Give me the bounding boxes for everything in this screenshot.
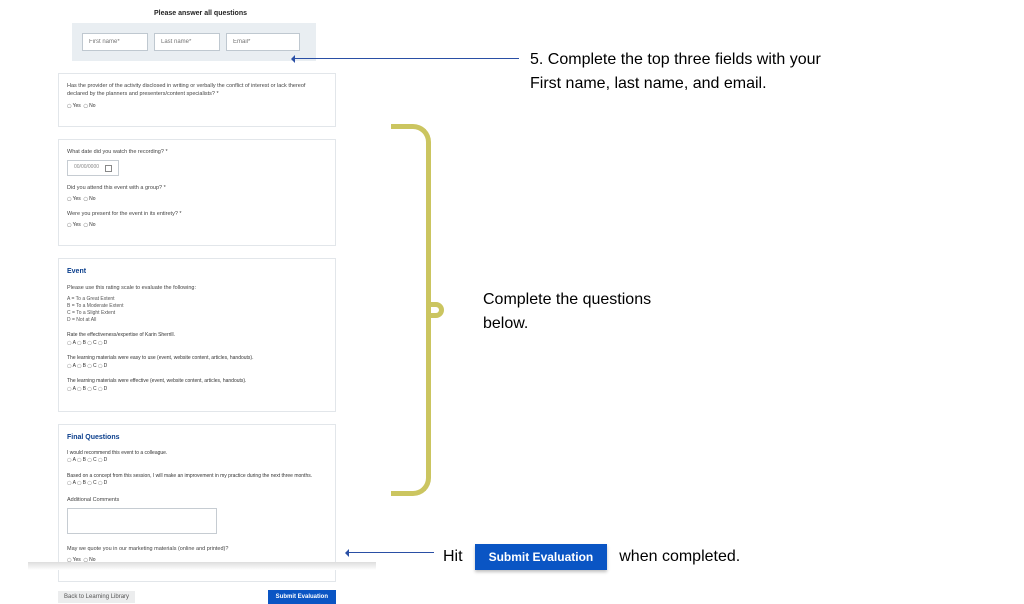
watch-date-question: What date did you watch the recording? *	[67, 148, 327, 156]
arrow-to-submit	[348, 552, 434, 554]
event-intro: Please use this rating scale to evaluate…	[67, 284, 327, 292]
back-link[interactable]: Back to Learning Library	[58, 591, 135, 603]
disclosure-card: Has the provider of the activity disclos…	[58, 73, 336, 127]
calendar-icon	[105, 165, 112, 172]
comments-label: Additional Comments	[67, 496, 327, 504]
annotation-bottom-pre: Hit	[443, 545, 463, 569]
group-yn[interactable]: Yes No	[67, 196, 327, 204]
disclosure-question: Has the provider of the activity disclos…	[67, 82, 327, 99]
first-name-input[interactable]	[82, 33, 148, 51]
date-input[interactable]: 00/00/0000	[67, 160, 119, 176]
attendance-card: What date did you watch the recording? *…	[58, 139, 336, 246]
annotation-step5: 5. Complete the top three fields with yo…	[530, 48, 840, 96]
email-input[interactable]	[226, 33, 300, 51]
rating-effectiveness: Rate the effectiveness/expertise of Kari…	[67, 332, 327, 347]
event-card: Event Please use this rating scale to ev…	[58, 258, 336, 412]
form-title: Please answer all questions	[154, 10, 336, 17]
rating-materials-easy: The learning materials were easy to use …	[67, 355, 327, 370]
rating-legend: A = To a Great Extent B = To a Moderate …	[67, 296, 327, 324]
shadow-decoration	[28, 562, 376, 570]
last-name-input[interactable]	[154, 33, 220, 51]
annotation-bottom: Hit Submit Evaluation when completed.	[443, 544, 740, 570]
final-heading: Final Questions	[67, 433, 327, 444]
curly-brace-icon	[391, 124, 441, 496]
submit-button-big[interactable]: Submit Evaluation	[475, 544, 608, 570]
rating-recommend: I would recommend this event to a collea…	[67, 450, 327, 465]
entirety-yn[interactable]: Yes No	[67, 222, 327, 230]
group-question: Did you attend this event with a group? …	[67, 184, 327, 192]
form-bottom-row: Back to Learning Library Submit Evaluati…	[58, 590, 336, 604]
arrow-to-fields	[294, 58, 519, 60]
comments-textarea[interactable]	[67, 508, 217, 534]
name-fields-bar	[72, 23, 316, 61]
final-card: Final Questions I would recommend this e…	[58, 424, 336, 582]
annotation-bottom-post: when completed.	[619, 545, 740, 569]
annotation-middle: Complete the questions below.	[483, 288, 683, 336]
evaluation-form-screenshot: Please answer all questions Has the prov…	[58, 10, 336, 604]
rating-improvement: Based on a concept from this session, I …	[67, 473, 327, 488]
rating-materials-effective: The learning materials were effective (e…	[67, 378, 327, 393]
entirety-question: Were you present for the event in its en…	[67, 210, 327, 218]
submit-button-small[interactable]: Submit Evaluation	[268, 590, 336, 604]
event-heading: Event	[67, 267, 327, 278]
quote-question: May we quote you in our marketing materi…	[67, 545, 327, 553]
disclosure-yn[interactable]: Yes No	[67, 103, 327, 111]
